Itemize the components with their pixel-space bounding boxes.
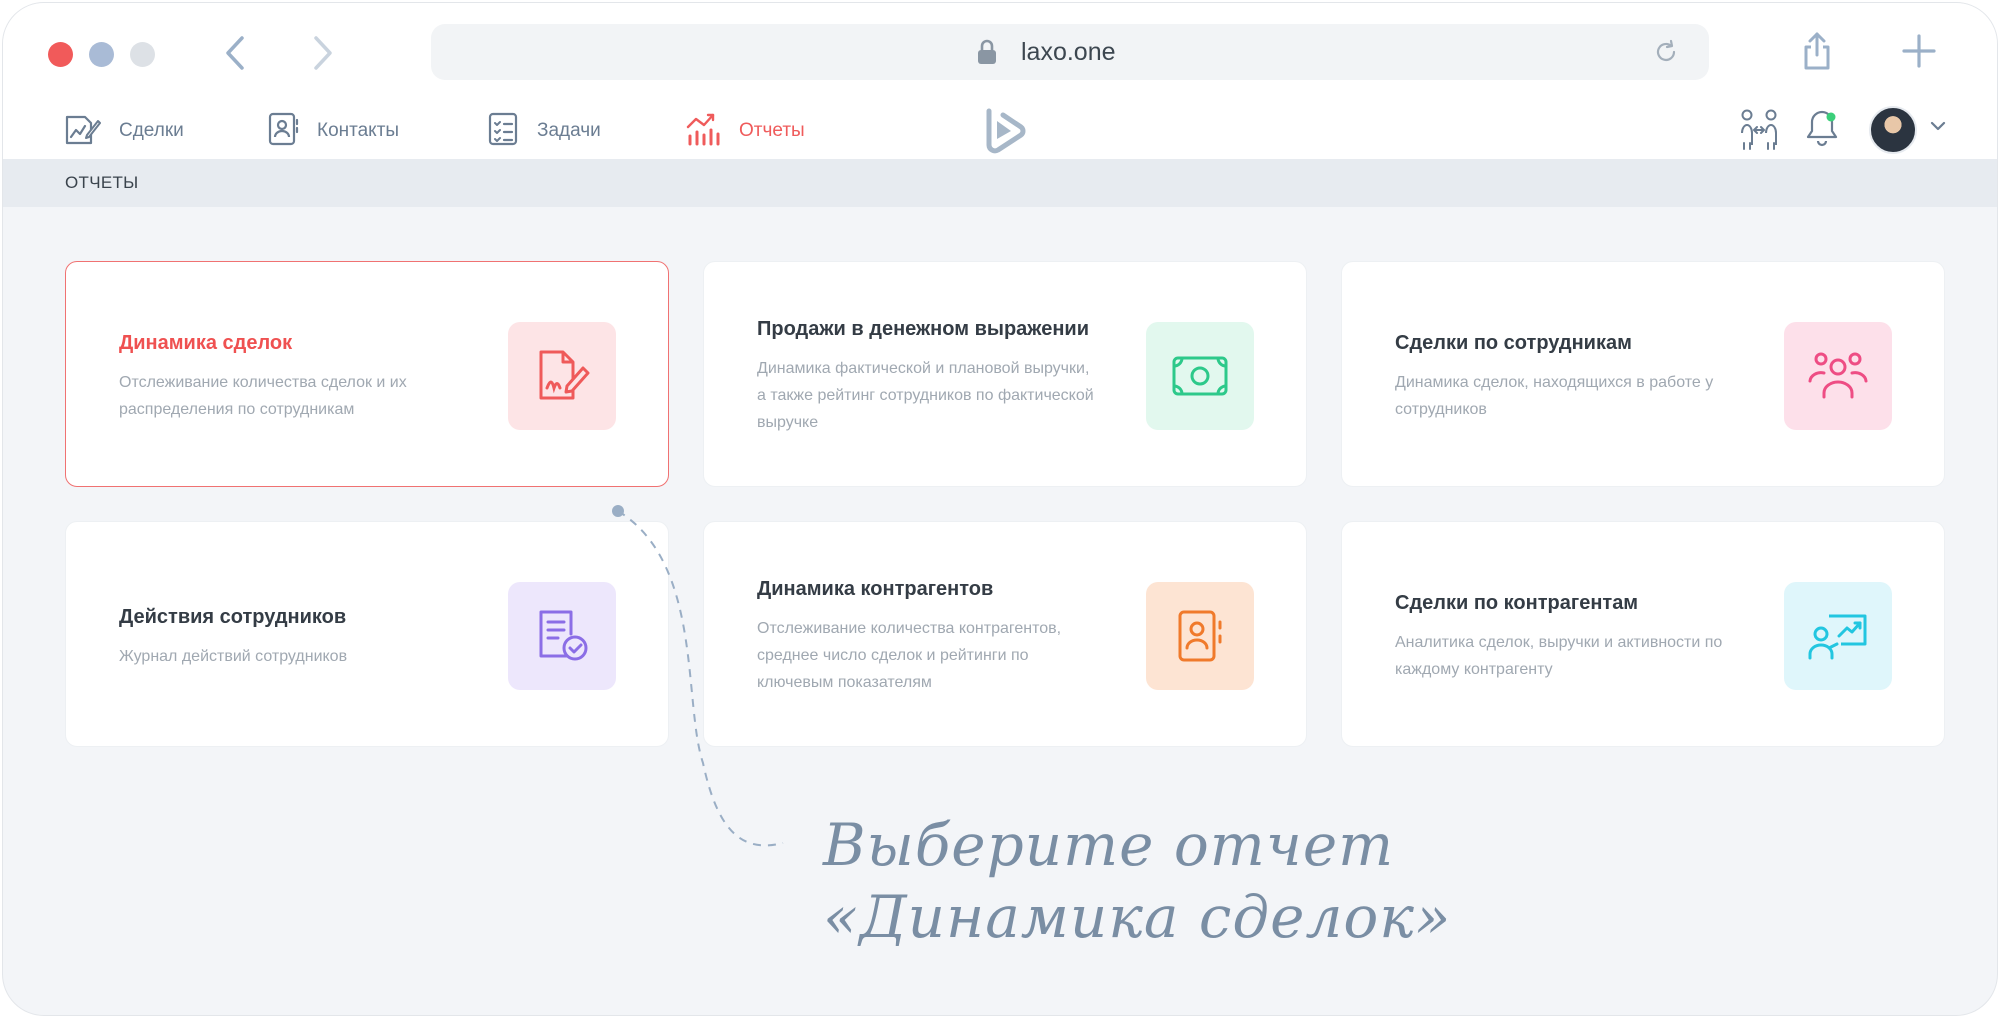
annotation-line-1: Выберите отчет <box>823 811 1395 879</box>
browser-window: laxo.one Сделки Контакты Задачи Отчеты О… <box>2 2 1998 1016</box>
annotation-line-2: «Динамика сделок» <box>823 883 1452 951</box>
dashed-curve <box>617 510 784 847</box>
annotation-text: Выберите отчет «Динамика сделок» <box>823 809 1451 953</box>
